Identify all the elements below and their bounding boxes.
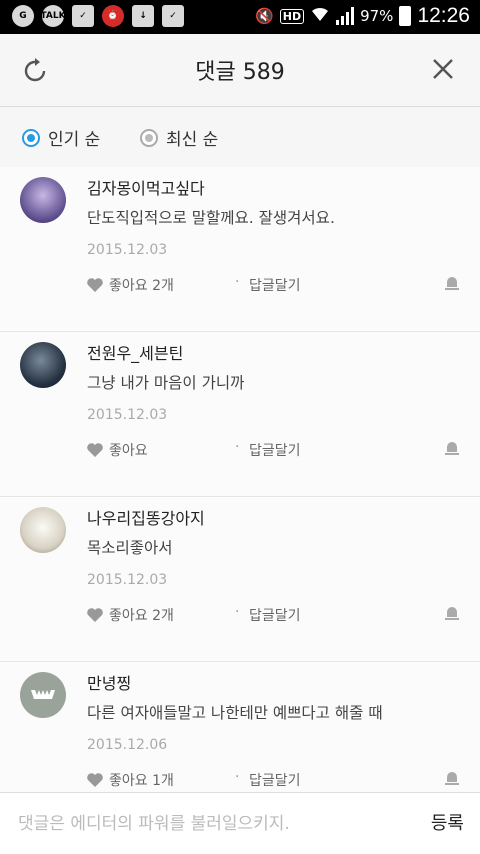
sort-popular-label: 인기 순 xyxy=(48,130,101,150)
wifi-icon xyxy=(310,5,330,27)
comment-text: 목소리좋아서 xyxy=(87,539,173,557)
alarm-icon: ⏰ xyxy=(102,5,124,27)
separator-dot: · xyxy=(235,439,240,455)
battery-percent: 97% xyxy=(360,7,394,25)
clipboard-icon: ✓ xyxy=(162,5,184,27)
reply-button[interactable]: 답글달기 xyxy=(249,440,301,460)
like-button[interactable]: 좋아요 2개 xyxy=(87,275,174,295)
mute-icon: 🔇 xyxy=(255,7,274,25)
avatar[interactable] xyxy=(20,177,66,223)
reply-button[interactable]: 답글달기 xyxy=(249,770,301,790)
hd-voice-icon: HD xyxy=(279,8,305,24)
comment-author[interactable]: 만녕찡 xyxy=(87,670,131,694)
page-title: 댓글 589 xyxy=(195,60,285,85)
shield-icon: ✓ xyxy=(72,5,94,27)
comment-author[interactable]: 전원우_세븐틴 xyxy=(87,340,183,364)
report-icon[interactable] xyxy=(444,770,460,786)
heart-icon xyxy=(87,608,103,622)
comment-date: 2015.12.03 xyxy=(87,572,168,588)
sort-latest-radio[interactable]: 최신 순 xyxy=(140,125,218,150)
separator-dot: · xyxy=(235,274,240,290)
comment-text: 그냥 내가 마음이 가니까 xyxy=(87,374,245,392)
separator-dot: · xyxy=(235,604,240,620)
clock: 12:26 xyxy=(417,4,470,27)
like-button[interactable]: 좋아요 1개 xyxy=(87,770,174,790)
like-button[interactable]: 좋아요 xyxy=(87,440,148,460)
like-count: 좋아요 1개 xyxy=(109,773,174,789)
radio-unselected-icon xyxy=(140,128,158,147)
report-icon[interactable] xyxy=(444,605,460,621)
comment-input[interactable] xyxy=(16,809,400,839)
avatar[interactable] xyxy=(20,507,66,553)
sort-bar: 인기 순 최신 순 xyxy=(0,107,480,167)
reply-button[interactable]: 답글달기 xyxy=(249,275,301,295)
submit-button[interactable]: 등록 xyxy=(431,809,464,835)
comment-date: 2015.12.03 xyxy=(87,407,168,423)
comment-text: 다른 여자애들말고 나한테만 예쁘다고 해줄 때 xyxy=(87,704,383,722)
comment-author[interactable]: 나우리집똥강아지 xyxy=(87,505,205,529)
like-count: 좋아요 2개 xyxy=(109,278,174,294)
comment-item: 만녕찡 다른 여자애들말고 나한테만 예쁘다고 해줄 때 2015.12.06 … xyxy=(0,662,480,792)
heart-icon xyxy=(87,773,103,787)
close-icon[interactable] xyxy=(430,56,456,82)
sort-popular-radio[interactable]: 인기 순 xyxy=(22,125,100,150)
comment-list[interactable]: 김자몽이먹고싶다 단도직입적으로 말할께요. 잘생겨서요. 2015.12.03… xyxy=(0,167,480,792)
download-icon: ↓ xyxy=(132,5,154,27)
like-button[interactable]: 좋아요 2개 xyxy=(87,605,174,625)
avatar[interactable] xyxy=(20,672,66,718)
default-avatar-face-icon xyxy=(31,690,55,699)
like-count: 좋아요 2개 xyxy=(109,608,174,624)
comment-composer: 등록 xyxy=(0,792,480,854)
heart-icon xyxy=(87,278,103,292)
sort-latest-label: 최신 순 xyxy=(166,130,219,150)
comment-date: 2015.12.03 xyxy=(87,242,168,258)
reply-button[interactable]: 답글달기 xyxy=(249,605,301,625)
like-count: 좋아요 xyxy=(109,443,148,459)
battery-icon xyxy=(399,6,412,26)
comment-item: 나우리집똥강아지 목소리좋아서 2015.12.03 좋아요 2개 · 답글달기 xyxy=(0,497,480,662)
comment-author[interactable]: 김자몽이먹고싶다 xyxy=(87,175,205,199)
comment-text: 단도직입적으로 말할께요. 잘생겨서요. xyxy=(87,209,335,227)
report-icon[interactable] xyxy=(444,440,460,456)
comment-date: 2015.12.06 xyxy=(87,737,168,753)
status-bar: G TALK ✓ ⏰ ↓ ✓ 🔇 HD 97% 12:26 xyxy=(0,0,480,34)
header: 댓글 589 xyxy=(0,34,480,107)
comment-item: 김자몽이먹고싶다 단도직입적으로 말할께요. 잘생겨서요. 2015.12.03… xyxy=(0,167,480,332)
heart-icon xyxy=(87,443,103,457)
kakaotalk-icon: TALK xyxy=(40,5,66,27)
avatar[interactable] xyxy=(20,342,66,388)
report-icon[interactable] xyxy=(444,275,460,291)
signal-icon xyxy=(336,7,355,25)
radio-selected-icon xyxy=(22,128,40,147)
separator-dot: · xyxy=(235,769,240,785)
comment-item: 전원우_세븐틴 그냥 내가 마음이 가니까 2015.12.03 좋아요 · 답… xyxy=(0,332,480,497)
app-notification-icon: G xyxy=(12,5,34,27)
